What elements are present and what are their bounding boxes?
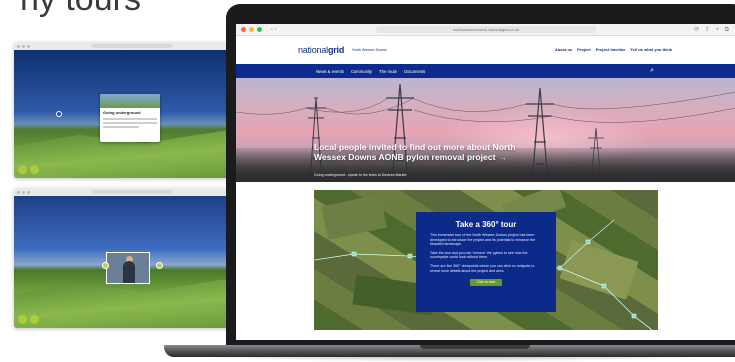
thumbnail-browser-bar [14, 42, 232, 50]
info-popup: Going underground [100, 94, 160, 142]
popup-text-line [103, 118, 157, 120]
minimize-window-icon[interactable] [249, 27, 254, 32]
tour-paragraph-3: There are five 360° viewpoints where you… [430, 263, 535, 273]
thumbnail-browser-bar [14, 188, 232, 196]
tour-paragraph-1: This immersive tour of the North Wessex … [430, 233, 536, 247]
video-panel[interactable] [106, 252, 150, 284]
header-link-timeline[interactable]: Project timeline [596, 47, 626, 52]
tour-panel: Take a 360° tour This immersive tour of … [416, 212, 556, 312]
popup-text-line [103, 122, 157, 124]
popup-text-line [103, 126, 139, 128]
back-forward-icon[interactable]: ‹ › [271, 27, 277, 33]
header-link-feedback[interactable]: Tell us what you think [631, 47, 672, 52]
tour-title: Take a 360° tour [455, 220, 517, 229]
speaker-figure [123, 261, 135, 283]
site-header: nationalgrid North Wessex Downs About us… [236, 36, 735, 64]
hero-banner: Local people invited to find out more ab… [236, 78, 735, 182]
partial-heading: ny tours [20, 0, 141, 19]
panorama-view[interactable] [14, 196, 232, 328]
popup-image [100, 94, 160, 108]
logo-text-light: national [298, 45, 328, 55]
nav-item-documents[interactable]: Documents [404, 69, 425, 74]
logo-text-bold: grid [327, 45, 345, 55]
laptop-notch [420, 345, 530, 349]
control-button[interactable] [18, 315, 27, 324]
project-name: North Wessex Downs [352, 48, 387, 52]
browser-toolbar-icons[interactable]: ⟳ ⇪ + ⧉ [694, 26, 731, 34]
stage: ny tours Going underground [0, 0, 735, 362]
panorama-view[interactable]: Going underground [14, 50, 232, 178]
nav-item-news[interactable]: News & events [316, 69, 344, 74]
browser-chrome: ‹ › northwessexdowns.nationalgrid.co.uk … [236, 24, 735, 36]
laptop-screen: ‹ › northwessexdowns.nationalgrid.co.uk … [236, 24, 735, 340]
maximize-window-icon[interactable] [257, 27, 262, 32]
control-button[interactable] [18, 165, 27, 174]
popup-title: Going underground [103, 110, 141, 115]
national-grid-logo[interactable]: nationalgrid [298, 45, 344, 55]
nav-item-community[interactable]: Community [351, 69, 372, 74]
hotspot-icon[interactable] [102, 262, 109, 269]
main-nav: News & events Community The route Docume… [236, 64, 735, 78]
tour-paragraph-2: Take the tour and you can 'remove' the p… [430, 250, 528, 260]
header-links: About us Project Project timeline Tell u… [555, 47, 672, 52]
address-bar[interactable]: northwessexdowns.nationalgrid.co.uk [376, 26, 596, 33]
thumbnail-tour-popup: Going underground [14, 42, 232, 178]
tour-section: Take a 360° tour This immersive tour of … [236, 182, 735, 340]
hero-headline-text: Local people invited to find out more ab… [314, 142, 516, 162]
start-tour-button[interactable]: Click to start [470, 279, 502, 287]
header-link-project[interactable]: Project [577, 47, 591, 52]
control-button[interactable] [30, 315, 39, 324]
close-window-icon[interactable] [241, 27, 246, 32]
hero-headline[interactable]: Local people invited to find out more ab… [314, 142, 524, 164]
tour-controls [18, 165, 39, 174]
arrow-right-icon[interactable]: → [499, 155, 506, 162]
search-icon[interactable]: ⌕ [650, 67, 654, 74]
hero-subline: Going underground - speak to the team at… [314, 173, 407, 177]
hotspot-icon[interactable] [156, 262, 163, 269]
nav-item-route[interactable]: The route [379, 69, 397, 74]
thumbnail-tour-video [14, 188, 232, 328]
control-button[interactable] [30, 165, 39, 174]
header-link-about[interactable]: About us [555, 47, 572, 52]
map-pin-icon[interactable] [56, 111, 62, 117]
tour-controls [18, 315, 39, 324]
aerial-map: Take a 360° tour This immersive tour of … [314, 190, 658, 330]
